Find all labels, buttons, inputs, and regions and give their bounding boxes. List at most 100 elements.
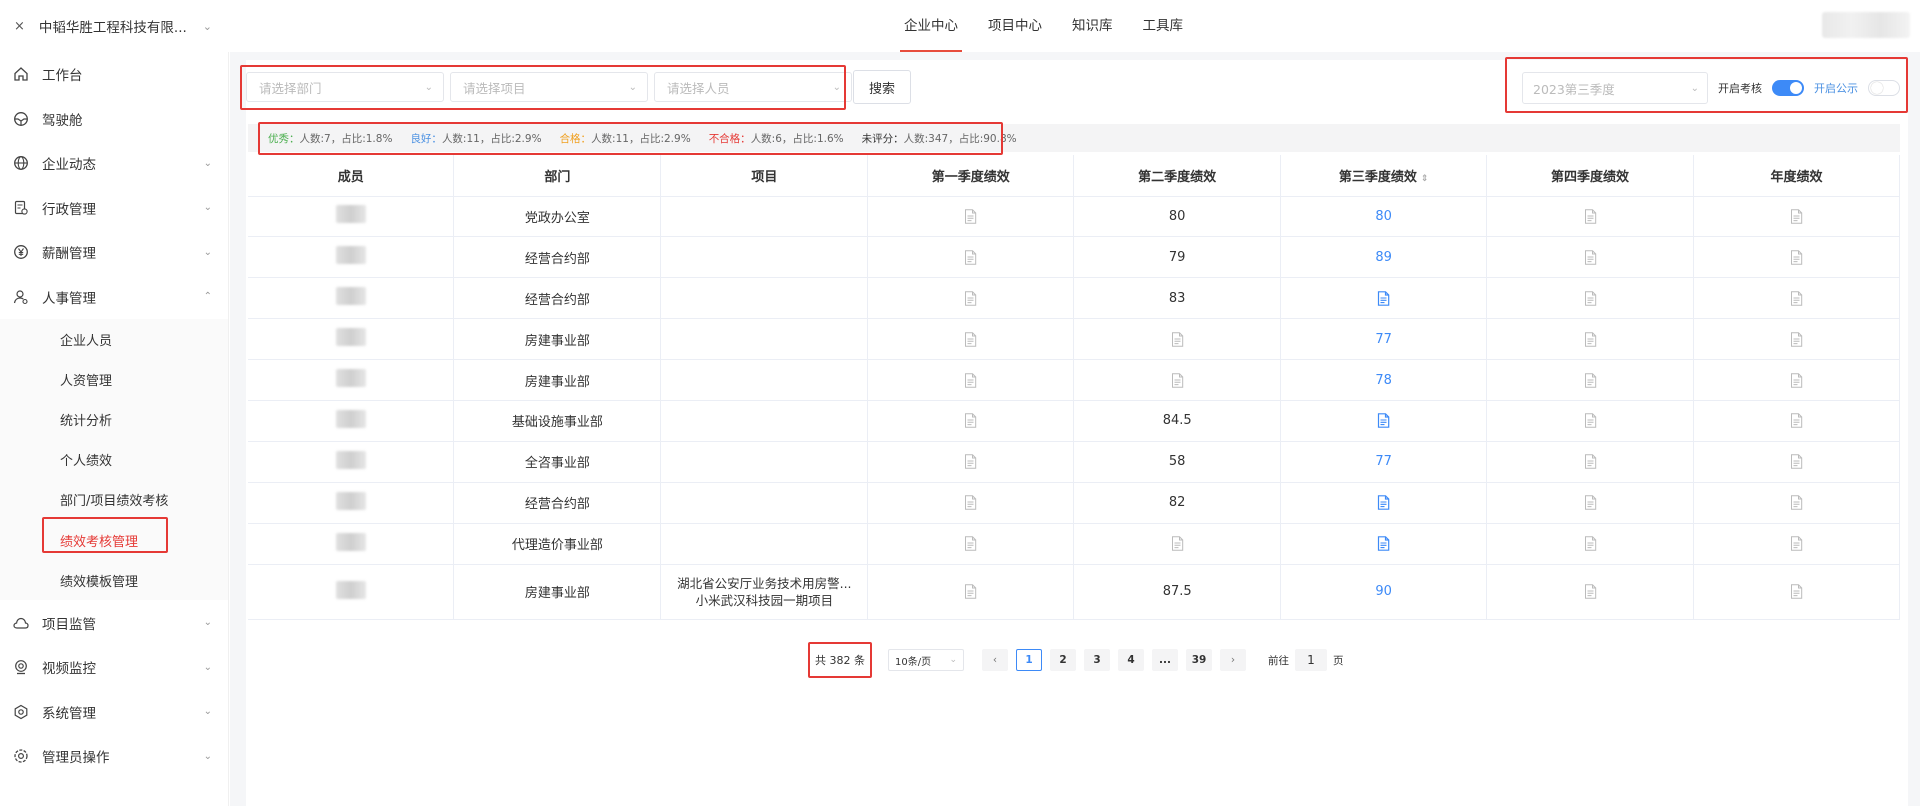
cell-year[interactable] [1693,482,1900,524]
cell-q3[interactable]: 89 [1280,236,1488,279]
cell-q4[interactable] [1486,564,1694,620]
cell-q1[interactable] [867,441,1075,483]
document-icon[interactable] [1790,209,1803,224]
cell-q3[interactable] [1280,523,1488,565]
submenu-item-dept-project-assessment[interactable]: 部门/项目绩效考核 [0,480,228,520]
cell-q1[interactable] [867,196,1075,238]
document-icon[interactable] [1584,250,1597,265]
cell-q3[interactable] [1280,400,1488,442]
document-icon[interactable] [964,413,977,429]
cell-q4[interactable] [1486,318,1694,361]
cell-q3[interactable]: 77 [1280,318,1488,361]
sidebar-item-admin-management[interactable]: 行政管理 ⌄ [0,186,228,231]
page-button-4[interactable]: 4 [1118,649,1144,671]
cell-year[interactable] [1693,564,1900,620]
document-icon[interactable] [1790,250,1803,265]
company-switcher[interactable]: × 中韬华胜工程科技有限... ⌄ [14,14,212,38]
cell-q4[interactable] [1486,236,1694,279]
cell-q2[interactable] [1073,318,1282,361]
document-icon[interactable] [1790,291,1803,306]
cell-q1[interactable] [867,359,1075,401]
sidebar-item-system-management[interactable]: 系统管理 ⌄ [0,689,228,734]
sort-icon[interactable]: ⇕ [1421,174,1429,184]
search-button[interactable]: 搜索 [853,70,911,104]
cell-year[interactable] [1693,359,1900,401]
cell-year[interactable] [1693,441,1900,483]
cell-q3[interactable]: 78 [1280,359,1488,401]
document-icon[interactable] [1584,413,1597,429]
tab-enterprise-center[interactable]: 企业中心 [900,0,962,52]
page-button-2[interactable]: 2 [1050,649,1076,671]
document-icon[interactable] [1584,209,1597,224]
document-icon[interactable] [1790,536,1803,551]
cell-q1[interactable] [867,523,1075,565]
cell-q3[interactable]: 90 [1280,564,1488,620]
cell-q2[interactable] [1073,523,1282,565]
sidebar-item-video-monitoring[interactable]: 视频监控 ⌄ [0,645,228,690]
submenu-item-template-management[interactable]: 绩效模板管理 [0,560,228,600]
cell-q3[interactable]: 80 [1280,196,1488,238]
document-icon[interactable] [1171,331,1184,347]
cell-year[interactable] [1693,523,1900,565]
page-ellipsis-button[interactable]: ... [1152,649,1178,671]
sidebar-item-admin-operations[interactable]: 管理员操作 ⌄ [0,734,228,779]
cell-year[interactable] [1693,277,1900,320]
document-icon[interactable] [1377,495,1390,510]
document-icon[interactable] [964,331,977,347]
page-button-1[interactable]: 1 [1016,649,1042,671]
user-avatar[interactable] [1822,12,1910,38]
submenu-item-personal-performance[interactable]: 个人绩效 [0,440,228,480]
document-icon[interactable] [1584,584,1597,599]
submenu-item-hr-resources[interactable]: 人资管理 [0,359,228,399]
document-icon[interactable] [1377,536,1390,551]
cell-q1[interactable] [867,564,1075,620]
document-icon[interactable] [964,454,977,469]
page-button-3[interactable]: 3 [1084,649,1110,671]
document-icon[interactable] [1584,495,1597,510]
sidebar-item-hr-management[interactable]: 人事管理 ⌃ [0,275,228,320]
column-header-q3[interactable]: 第三季度绩效 ⇕ [1280,155,1488,197]
cell-q3[interactable] [1280,277,1488,320]
cell-q1[interactable] [867,400,1075,442]
document-icon[interactable] [964,584,977,599]
sidebar-item-salary-management[interactable]: 薪酬管理 ⌄ [0,230,228,275]
cell-q3[interactable] [1280,482,1488,524]
document-icon[interactable] [964,250,977,265]
document-icon[interactable] [1790,495,1803,510]
sidebar-item-cockpit[interactable]: 驾驶舱 [0,97,228,142]
document-icon[interactable] [1790,454,1803,469]
cell-q4[interactable] [1486,359,1694,401]
cell-year[interactable] [1693,400,1900,442]
goto-page-input[interactable]: 1 [1295,649,1327,671]
document-icon[interactable] [1377,413,1390,429]
document-icon[interactable] [1584,536,1597,551]
submenu-item-enterprise-staff[interactable]: 企业人员 [0,319,228,359]
cell-q4[interactable] [1486,196,1694,238]
sidebar-item-project-supervision[interactable]: 项目监管 ⌄ [0,600,228,645]
cell-q4[interactable] [1486,482,1694,524]
sidebar-item-enterprise-news[interactable]: 企业动态 ⌄ [0,141,228,186]
cell-q4[interactable] [1486,441,1694,483]
document-icon[interactable] [1584,372,1597,388]
document-icon[interactable] [964,209,977,224]
document-icon[interactable] [1790,331,1803,347]
submenu-item-statistics[interactable]: 统计分析 [0,399,228,439]
close-icon[interactable]: × [14,19,25,34]
document-icon[interactable] [964,495,977,510]
document-icon[interactable] [1790,413,1803,429]
cell-q4[interactable] [1486,277,1694,320]
document-icon[interactable] [1584,454,1597,469]
tab-project-center[interactable]: 项目中心 [984,0,1046,52]
cell-year[interactable] [1693,236,1900,279]
cell-q3[interactable]: 77 [1280,441,1488,483]
next-page-button[interactable]: › [1220,649,1246,671]
cell-year[interactable] [1693,196,1900,238]
cell-q1[interactable] [867,482,1075,524]
sidebar-item-workbench[interactable]: 工作台 [0,52,228,97]
document-icon[interactable] [1584,331,1597,347]
prev-page-button[interactable]: ‹ [982,649,1008,671]
page-size-select[interactable]: 10条/页 ⌄ [888,649,964,671]
chevron-down-icon[interactable]: ⌄ [203,20,212,33]
cell-q1[interactable] [867,236,1075,279]
document-icon[interactable] [1171,372,1184,388]
